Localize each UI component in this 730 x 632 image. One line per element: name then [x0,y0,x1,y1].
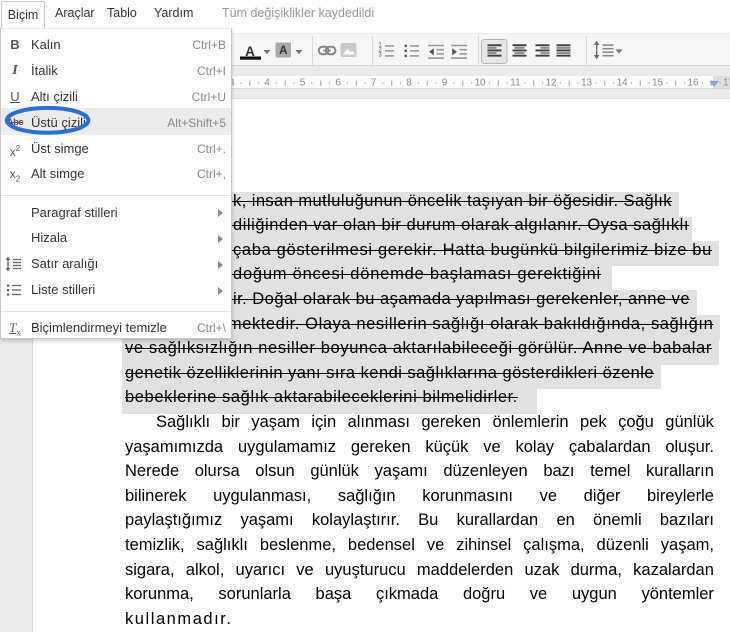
svg-text:8: 8 [406,78,412,89]
svg-text:6: 6 [335,78,341,89]
svg-text:7: 7 [371,78,377,89]
svg-text:9: 9 [442,78,448,89]
svg-text:A: A [279,45,287,57]
svg-text:17: 17 [723,78,730,89]
svg-text:4: 4 [264,78,270,89]
svg-text:13: 13 [581,78,593,89]
svg-text:5: 5 [300,78,306,89]
svg-text:14: 14 [616,78,628,89]
svg-text:15: 15 [652,78,664,89]
svg-text:11: 11 [510,78,521,89]
svg-text:12: 12 [545,78,557,89]
svg-text:16: 16 [687,78,699,89]
svg-text:3: 3 [378,53,382,59]
svg-text:10: 10 [474,78,486,89]
